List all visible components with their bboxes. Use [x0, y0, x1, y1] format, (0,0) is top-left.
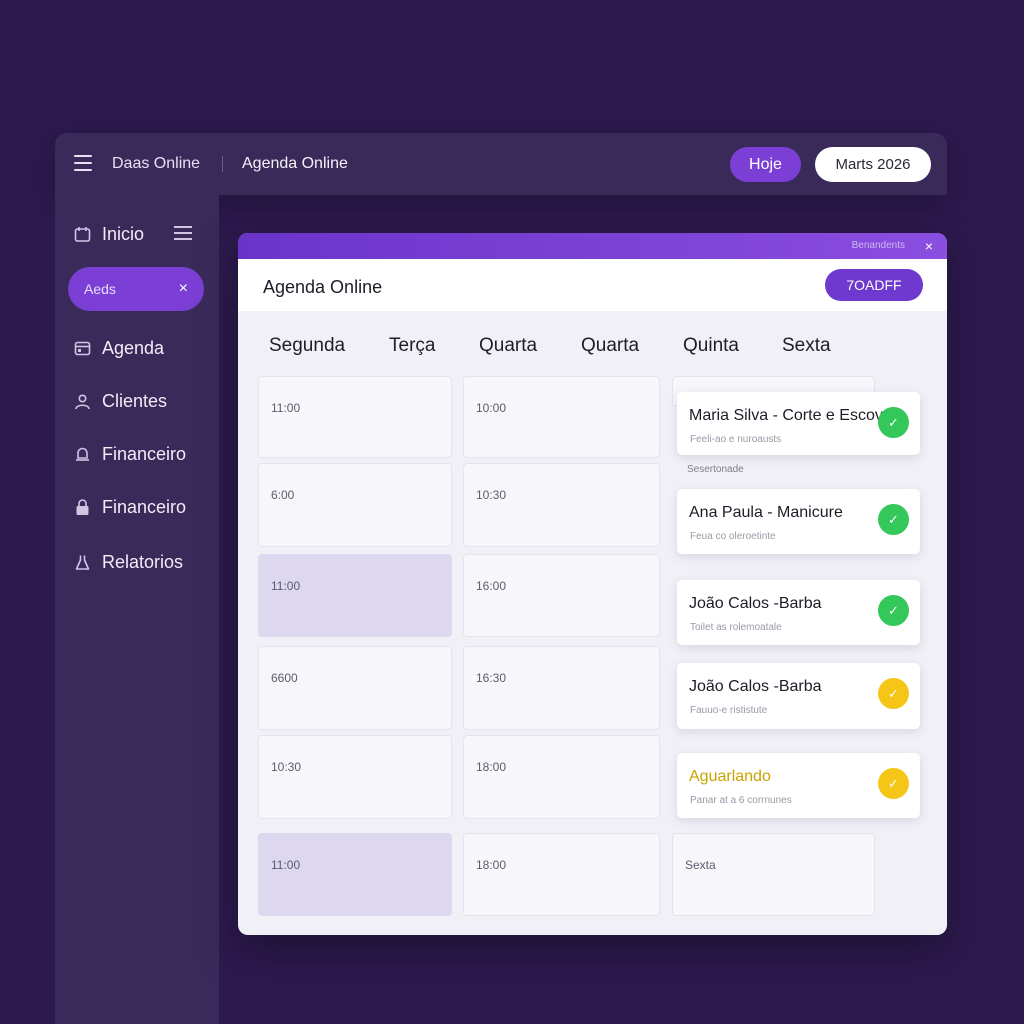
appointment-detail: Panar at a 6 corrnunes [690, 795, 792, 806]
sidebar-item-label: Agenda [102, 337, 165, 358]
time-slot[interactable]: 16:30 [463, 646, 660, 730]
sidebar-collapse-icon[interactable] [174, 226, 192, 240]
day-header: Quarta [581, 335, 640, 356]
slot-time: 16:00 [476, 579, 507, 593]
app-name: Daas Online [112, 155, 201, 172]
page-title: Agenda Online [242, 155, 348, 172]
slot-time: 18:00 [476, 760, 507, 774]
appointment-detail: Feua co oleroetinte [690, 531, 776, 542]
card-title: Agenda Online [263, 277, 383, 297]
slot-time: 10:00 [476, 401, 507, 415]
card-title-bar: Agenda Online 7OADFF [238, 259, 947, 311]
sidebar-item-inicio[interactable]: Inicio [73, 220, 144, 248]
time-slot[interactable]: 6600 [258, 646, 452, 730]
separator-label: Sesertonade [687, 464, 744, 475]
appointment-name: Aguarlando [689, 768, 771, 785]
appointment-card[interactable]: João Calos -Barba Toilet as rolemoatale … [677, 580, 920, 645]
appointment-name: João Calos -Barba [689, 595, 822, 612]
bell-icon [73, 445, 91, 463]
time-slot[interactable]: Sexta [672, 833, 875, 916]
slot-time: 10:30 [476, 488, 507, 502]
appointment-card[interactable]: Maria Silva - Corte e Escova Feeli-ao e … [677, 392, 920, 455]
slot-time: 11:00 [271, 579, 301, 593]
sidebar-filter-chip[interactable]: Aeds × [68, 267, 204, 311]
slot-time: 18:00 [476, 858, 507, 872]
appointment-card-pending[interactable]: Aguarlando Panar at a 6 corrnunes ✓ [677, 753, 920, 818]
slot-label: Sexta [685, 858, 716, 872]
sidebar-item-label: Relatorios [102, 551, 184, 572]
check-icon: ✓ [878, 407, 909, 438]
sidebar-item-label: Financeiro [102, 443, 187, 464]
time-slot[interactable]: 10:00 [463, 376, 660, 458]
time-slot[interactable]: 18:00 [463, 833, 660, 916]
time-slot[interactable]: 18:00 [463, 735, 660, 819]
slot-time: 16:30 [476, 671, 507, 685]
card-action-button[interactable]: 7OADFF [825, 269, 923, 301]
sidebar-item-financeiro[interactable]: Financeiro [73, 440, 186, 468]
time-slot[interactable]: 11:00 [258, 376, 452, 458]
check-icon: ✓ [878, 504, 909, 535]
sidebar-item-label: Inicio [102, 223, 145, 244]
day-header: Sexta [782, 335, 831, 356]
appointment-detail: Fauuo-e rististute [690, 705, 768, 716]
time-slot[interactable]: 16:00 [463, 554, 660, 637]
slot-time: 6:00 [271, 488, 295, 502]
appointment-name: Maria Silva - Corte e Escova [689, 407, 892, 424]
day-header: Quinta [683, 335, 739, 356]
check-icon: ✓ [878, 678, 909, 709]
time-slot[interactable]: 10:30 [463, 463, 660, 547]
sidebar-item-label: Financeiro [102, 496, 187, 517]
appointment-detail: Feeli-ao e nuroausts [690, 434, 782, 445]
band-label: Benandents [851, 240, 905, 251]
appointment-name: Ana Paula - Manicure [689, 504, 843, 521]
home-icon [73, 225, 91, 243]
day-header: Quarta [479, 335, 538, 356]
check-icon: ✓ [878, 768, 909, 799]
sidebar: Inicio Aeds × Agenda Clientes Financeiro… [55, 195, 219, 1024]
appointment-name: João Calos -Barba [689, 678, 822, 695]
month-selector-button[interactable]: Marts 2026 [815, 147, 931, 182]
flask-icon [73, 553, 91, 571]
close-icon[interactable]: × [925, 238, 933, 254]
agenda-card: Benandents × Agenda Online 7OADFF Segund… [238, 233, 947, 935]
appointment-detail: Toilet as rolemoatale [690, 622, 782, 633]
day-header: Segunda [269, 335, 346, 356]
slot-time: 10:30 [271, 760, 302, 774]
time-slot[interactable]: 6:00 [258, 463, 452, 547]
slot-time: 11:00 [271, 401, 301, 415]
slot-time: 11:00 [271, 858, 301, 872]
slot-time: 6600 [271, 671, 298, 685]
time-slot[interactable]: 10:30 [258, 735, 452, 819]
topbar-divider [222, 156, 223, 172]
sidebar-item-label: Clientes [102, 390, 168, 411]
day-header: Terça [389, 335, 436, 356]
hamburger-menu-icon[interactable] [74, 155, 92, 171]
sidebar-item-clientes[interactable]: Clientes [73, 387, 167, 415]
top-app-bar: Daas Online Agenda Online Hoje Marts 202… [55, 133, 947, 195]
calendar-icon [73, 339, 91, 357]
lock-icon [73, 498, 91, 516]
appointment-card[interactable]: João Calos -Barba Fauuo-e rististute ✓ [677, 663, 920, 729]
appointment-card[interactable]: Ana Paula - Manicure Feua co oleroetinte… [677, 489, 920, 554]
card-header-band: Benandents × [238, 233, 947, 259]
time-slot-selected[interactable]: 11:00 [258, 554, 452, 637]
close-icon[interactable]: × [179, 280, 188, 298]
person-icon [73, 392, 91, 410]
chip-label: Aeds [84, 281, 116, 297]
sidebar-item-financeiro-2[interactable]: Financeiro [73, 493, 186, 521]
time-slot-selected[interactable]: 11:00 [258, 833, 452, 916]
sidebar-item-agenda[interactable]: Agenda [73, 334, 164, 362]
today-button[interactable]: Hoje [730, 147, 801, 182]
sidebar-item-relatorios[interactable]: Relatorios [73, 548, 183, 576]
check-icon: ✓ [878, 595, 909, 626]
